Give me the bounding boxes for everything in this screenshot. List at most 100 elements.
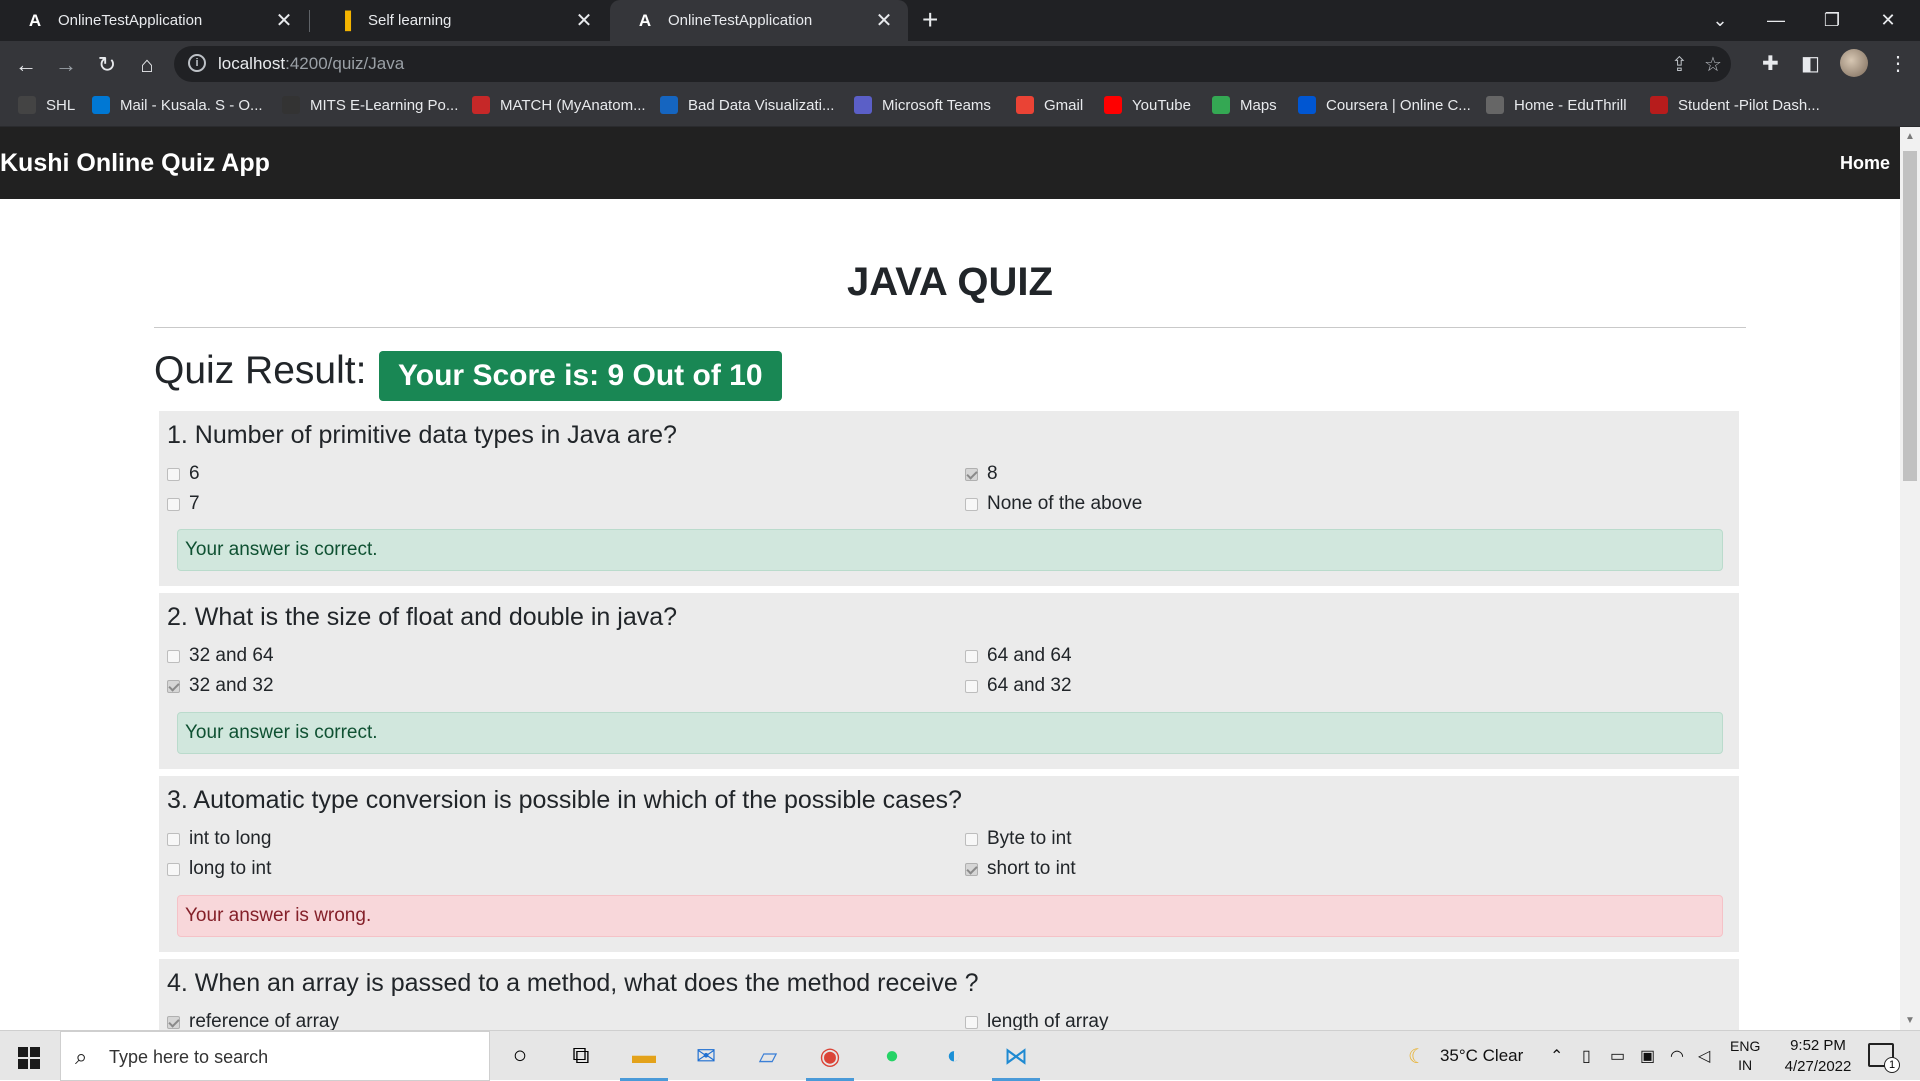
extensions-icon[interactable]: ✚	[1762, 51, 1779, 76]
close-icon[interactable]: ✕	[272, 8, 296, 33]
home-icon[interactable]: ⌂	[133, 51, 161, 79]
close-icon[interactable]: ✕	[572, 8, 596, 33]
tab-search-icon[interactable]: ⌄	[1692, 0, 1748, 41]
option[interactable]: None of the above	[965, 493, 1142, 515]
option[interactable]: 64 and 32	[965, 675, 1072, 697]
forward-arrow-icon[interactable]: →	[52, 51, 80, 79]
back-arrow-icon[interactable]: ←	[12, 51, 40, 79]
option[interactable]: reference of array	[167, 1011, 339, 1030]
vscode-icon[interactable]: ⋈	[990, 1031, 1042, 1081]
bookmark-item[interactable]: Bad Data Visualizati...	[660, 88, 834, 122]
option-checkbox[interactable]	[965, 679, 978, 693]
option[interactable]: 8	[965, 463, 998, 485]
close-icon[interactable]: ✕	[872, 8, 896, 33]
bookmark-label: Student -Pilot Dash...	[1678, 96, 1820, 114]
app-navbar: Kushi Online Quiz App Home	[0, 127, 1900, 199]
notification-icon[interactable]: 1	[1868, 1043, 1900, 1073]
option-checkbox[interactable]	[167, 832, 180, 846]
tab-title: OnlineTestApplication	[58, 12, 203, 29]
angular-icon: A	[638, 10, 652, 30]
windows-start-icon[interactable]	[18, 1047, 40, 1069]
bookmark-item[interactable]: Student -Pilot Dash...	[1650, 88, 1820, 122]
option[interactable]: length of array	[965, 1011, 1108, 1030]
menu-kebab-icon[interactable]: ⋮	[1888, 51, 1908, 76]
taskbar-clock[interactable]: 9:52 PM 4/27/2022	[1768, 1035, 1868, 1077]
notification-count: 1	[1884, 1057, 1900, 1073]
page-scrollbar[interactable]: ▲ ▼	[1900, 127, 1920, 1030]
close-window-button[interactable]: ✕	[1860, 0, 1916, 41]
meet-icon[interactable]: ▣	[1640, 1031, 1655, 1081]
bookmark-item[interactable]: Coursera | Online C...	[1298, 88, 1471, 122]
weather-widget[interactable]: ☾ 35°C Clear	[1408, 1031, 1523, 1081]
address-bar[interactable]: i localhost:4200/quiz/Java ⇪ ☆	[174, 46, 1731, 82]
scroll-up-icon[interactable]: ▲	[1900, 131, 1920, 142]
share-icon[interactable]: ⇪	[1671, 52, 1688, 77]
answer-feedback: Your answer is correct.	[177, 712, 1723, 754]
home-link[interactable]: Home	[1840, 153, 1890, 174]
edge-icon[interactable]: ◐	[928, 1031, 980, 1081]
option-checkbox[interactable]	[965, 832, 978, 846]
option[interactable]: short to int	[965, 858, 1076, 880]
scrollbar-thumb[interactable]	[1903, 151, 1917, 481]
bookmark-label: Gmail	[1044, 96, 1084, 114]
option[interactable]: Byte to int	[965, 828, 1072, 850]
option-checkbox[interactable]	[965, 497, 978, 511]
option-checkbox[interactable]	[167, 467, 180, 481]
show-hidden-icons-icon[interactable]: ⌃	[1550, 1031, 1563, 1081]
device-icon[interactable]: ▯	[1582, 1031, 1591, 1081]
bookmark-item[interactable]: MATCH (MyAnatom...	[472, 88, 646, 122]
input-language[interactable]: ENG IN	[1730, 1037, 1760, 1075]
profile-avatar[interactable]	[1840, 49, 1868, 77]
volume-icon[interactable]: ◁	[1698, 1031, 1710, 1081]
brand-title[interactable]: Kushi Online Quiz App	[0, 149, 270, 178]
taskbar-search-box[interactable]: ⌕ Type here to search	[60, 1031, 490, 1081]
option[interactable]: 6	[167, 463, 200, 485]
option[interactable]: 64 and 64	[965, 645, 1072, 667]
remote-desktop-icon[interactable]: ▱	[742, 1031, 794, 1081]
new-tab-button[interactable]: +	[922, 4, 938, 36]
bookmark-item[interactable]: SHL	[18, 88, 75, 122]
option-checkbox[interactable]	[965, 649, 978, 663]
option-checkbox[interactable]	[167, 679, 180, 693]
cortana-icon[interactable]: ○	[494, 1031, 546, 1081]
reload-icon[interactable]: ↻	[93, 51, 121, 79]
bookmark-label: Bad Data Visualizati...	[688, 96, 835, 114]
bookmark-item[interactable]: Mail - Kusala. S - O...	[92, 88, 263, 122]
bookmark-favicon-icon	[282, 96, 300, 114]
file-explorer-icon[interactable]: ▬	[618, 1031, 670, 1081]
bookmark-item[interactable]: Gmail	[1016, 88, 1083, 122]
browser-tab-active[interactable]: A OnlineTestApplication ✕	[610, 0, 908, 41]
option-checkbox[interactable]	[167, 862, 180, 876]
option-checkbox[interactable]	[965, 467, 978, 481]
scroll-down-icon[interactable]: ▼	[1900, 1015, 1920, 1026]
option-checkbox[interactable]	[167, 649, 180, 663]
bookmark-item[interactable]: Home - EduThrill	[1486, 88, 1627, 122]
option-checkbox[interactable]	[965, 862, 978, 876]
option-label: short to int	[987, 858, 1076, 879]
mail-icon[interactable]: ✉	[680, 1031, 732, 1081]
option[interactable]: 32 and 32	[167, 675, 274, 697]
option-checkbox[interactable]	[167, 497, 180, 511]
option[interactable]: 7	[167, 493, 200, 515]
option-checkbox[interactable]	[167, 1015, 180, 1029]
bookmark-star-icon[interactable]: ☆	[1704, 52, 1722, 77]
restore-button[interactable]: ❐	[1804, 0, 1860, 41]
task-view-icon[interactable]: ⧉	[555, 1031, 607, 1081]
bookmark-item[interactable]: MITS E-Learning Po...	[282, 88, 458, 122]
bookmark-item[interactable]: YouTube	[1104, 88, 1191, 122]
option[interactable]: 32 and 64	[167, 645, 274, 667]
bookmark-item[interactable]: Maps	[1212, 88, 1277, 122]
browser-tab[interactable]: A OnlineTestApplication ✕	[0, 0, 308, 41]
battery-icon[interactable]: ▭	[1610, 1031, 1625, 1081]
browser-tab[interactable]: ▐ Self learning ✕	[310, 0, 608, 41]
site-info-icon[interactable]: i	[188, 54, 206, 72]
option-checkbox[interactable]	[965, 1015, 978, 1029]
option[interactable]: int to long	[167, 828, 271, 850]
minimize-button[interactable]: —	[1748, 0, 1804, 41]
whatsapp-icon[interactable]: ●	[866, 1031, 918, 1081]
side-panel-icon[interactable]: ◧	[1801, 51, 1820, 76]
wifi-icon[interactable]: ◠	[1670, 1031, 1684, 1081]
option[interactable]: long to int	[167, 858, 271, 880]
bookmark-item[interactable]: Microsoft Teams	[854, 88, 991, 122]
chrome-icon[interactable]: ◉	[804, 1031, 856, 1081]
